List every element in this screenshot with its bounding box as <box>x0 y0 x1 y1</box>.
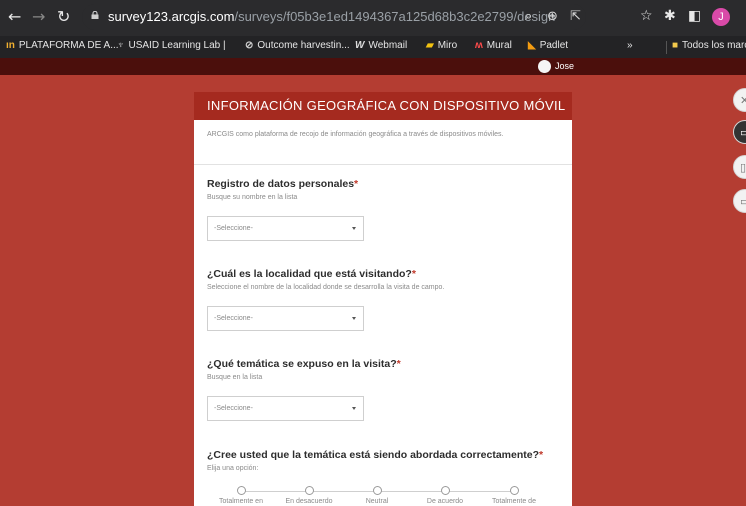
question-label: ¿Cree usted que la temática está siendo … <box>207 449 544 461</box>
radio-circle-icon <box>509 486 519 495</box>
radio-circle-icon <box>372 486 382 495</box>
likert-option[interactable]: Totalmente en <box>211 486 271 505</box>
bookmark-star-icon[interactable]: ☆ <box>640 8 653 24</box>
bookmarks-bar: ın PLATAFORMA DE A... ♆ USAID Learning Lab… <box>0 36 746 58</box>
form-description: ARCGIS como plataforma de recojo de info… <box>207 131 504 138</box>
app-header: Jose <box>0 58 746 75</box>
close-preview-button[interactable]: ✕ <box>733 88 746 112</box>
phone-view-button[interactable]: ▯ <box>733 155 746 179</box>
bookmark-item[interactable]: ⊘ Outcome harvestin... <box>245 40 350 51</box>
chevron-down-icon <box>352 317 356 320</box>
usaid-icon: ♆ <box>117 40 125 51</box>
bookmark-item[interactable]: ın PLATAFORMA DE A... <box>6 40 119 51</box>
likert-label: Totalmente en <box>219 498 263 505</box>
tablet-view-button[interactable]: ▭ <box>733 189 746 213</box>
zoom-icon[interactable]: ⊕ <box>547 9 558 24</box>
likert-option[interactable]: De acuerdo <box>415 486 475 505</box>
miro-icon: ▰ <box>426 40 434 51</box>
question-hint: Seleccione el nombre de la localidad don… <box>207 284 445 291</box>
url-text: survey123.arcgis.com/surveys/f05b3e1ed14… <box>108 9 556 24</box>
back-arrow-icon[interactable]: ← <box>8 8 21 26</box>
likert-label: En desacuerdo <box>285 498 333 505</box>
bookmark-folder[interactable]: ■Todos los marcadores <box>672 40 746 51</box>
radio-circle-icon <box>236 486 246 495</box>
bookmarks-divider <box>666 41 667 54</box>
question-hint: Busque su nombre en la lista <box>207 194 298 201</box>
padlet-icon: ◣ <box>528 40 536 51</box>
reload-icon[interactable]: ↻ <box>57 8 70 26</box>
topic-select[interactable]: -Seleccione- <box>207 396 364 421</box>
likert-label: Totalmente de <box>492 498 536 505</box>
likert-option[interactable]: Totalmente de <box>484 486 544 505</box>
phone-icon: ▯ <box>740 161 746 174</box>
survey-form: INFORMACIÓN GEOGRÁFICA CON DISPOSITIVO M… <box>194 92 572 506</box>
profile-avatar[interactable]: J <box>712 8 730 26</box>
more-bookmarks-icon[interactable]: » <box>627 40 633 51</box>
form-header: INFORMACIÓN GEOGRÁFICA CON DISPOSITIVO M… <box>194 92 572 120</box>
close-icon: ✕ <box>740 94 746 107</box>
radio-circle-icon <box>440 486 450 495</box>
plataforma-icon: ın <box>6 40 15 51</box>
bookmark-item[interactable]: ♆ USAID Learning Lab | <box>117 40 226 51</box>
side-panel-icon[interactable]: ◧ <box>688 8 701 24</box>
folder-icon: ■ <box>672 40 679 51</box>
address-bar[interactable]: survey123.arcgis.com/surveys/f05b3e1ed14… <box>82 4 586 30</box>
user-name[interactable]: Jose <box>555 61 574 71</box>
select-placeholder: -Seleccione- <box>214 315 253 322</box>
chevron-down-icon <box>352 227 356 230</box>
tablet-icon: ▭ <box>740 195 746 208</box>
search-icon[interactable]: ⌕ <box>525 9 532 24</box>
outcome-icon: ⊘ <box>245 40 254 51</box>
chevron-down-icon <box>352 407 356 410</box>
browser-toolbar: ← → ↻ survey123.arcgis.com/surveys/f05b3… <box>0 0 746 36</box>
select-placeholder: -Seleccione- <box>214 225 253 232</box>
desktop-icon: ▭ <box>740 126 746 139</box>
question-label: Registro de datos personales* <box>207 178 359 190</box>
radio-circle-icon <box>304 486 314 495</box>
question-label: ¿Qué temática se expuso en la visita?* <box>207 358 401 370</box>
locality-select[interactable]: -Seleccione- <box>207 306 364 331</box>
likert-option[interactable]: Neutral <box>347 486 407 505</box>
desktop-view-button[interactable]: ▭ <box>733 120 746 144</box>
share-icon[interactable]: ⇱ <box>570 9 581 24</box>
question-hint: Busque en la lista <box>207 374 263 381</box>
question-hint: Elija una opción: <box>207 465 259 472</box>
bookmark-item[interactable]: ◣ Padlet <box>528 40 568 51</box>
webmail-icon: W <box>355 40 365 51</box>
forward-arrow-icon[interactable]: → <box>32 8 45 26</box>
likert-option[interactable]: En desacuerdo <box>279 486 339 505</box>
select-placeholder: -Seleccione- <box>214 405 253 412</box>
question-label: ¿Cuál es la localidad que está visitando… <box>207 268 416 280</box>
form-title: INFORMACIÓN GEOGRÁFICA CON DISPOSITIVO M… <box>207 98 566 113</box>
likert-label: Neutral <box>365 498 389 505</box>
bookmark-item[interactable]: ʍ Mural <box>475 40 512 51</box>
mural-icon: ʍ <box>475 40 483 51</box>
divider <box>194 164 572 165</box>
extensions-puzzle-icon[interactable]: ✱ <box>664 8 676 24</box>
likert-label: De acuerdo <box>426 498 464 505</box>
personal-data-select[interactable]: -Seleccione- <box>207 216 364 241</box>
bookmark-item[interactable]: W Webmail <box>355 40 407 51</box>
user-avatar[interactable] <box>538 60 551 73</box>
lock-icon <box>91 11 99 19</box>
bookmark-item[interactable]: ▰ Miro <box>426 40 457 51</box>
